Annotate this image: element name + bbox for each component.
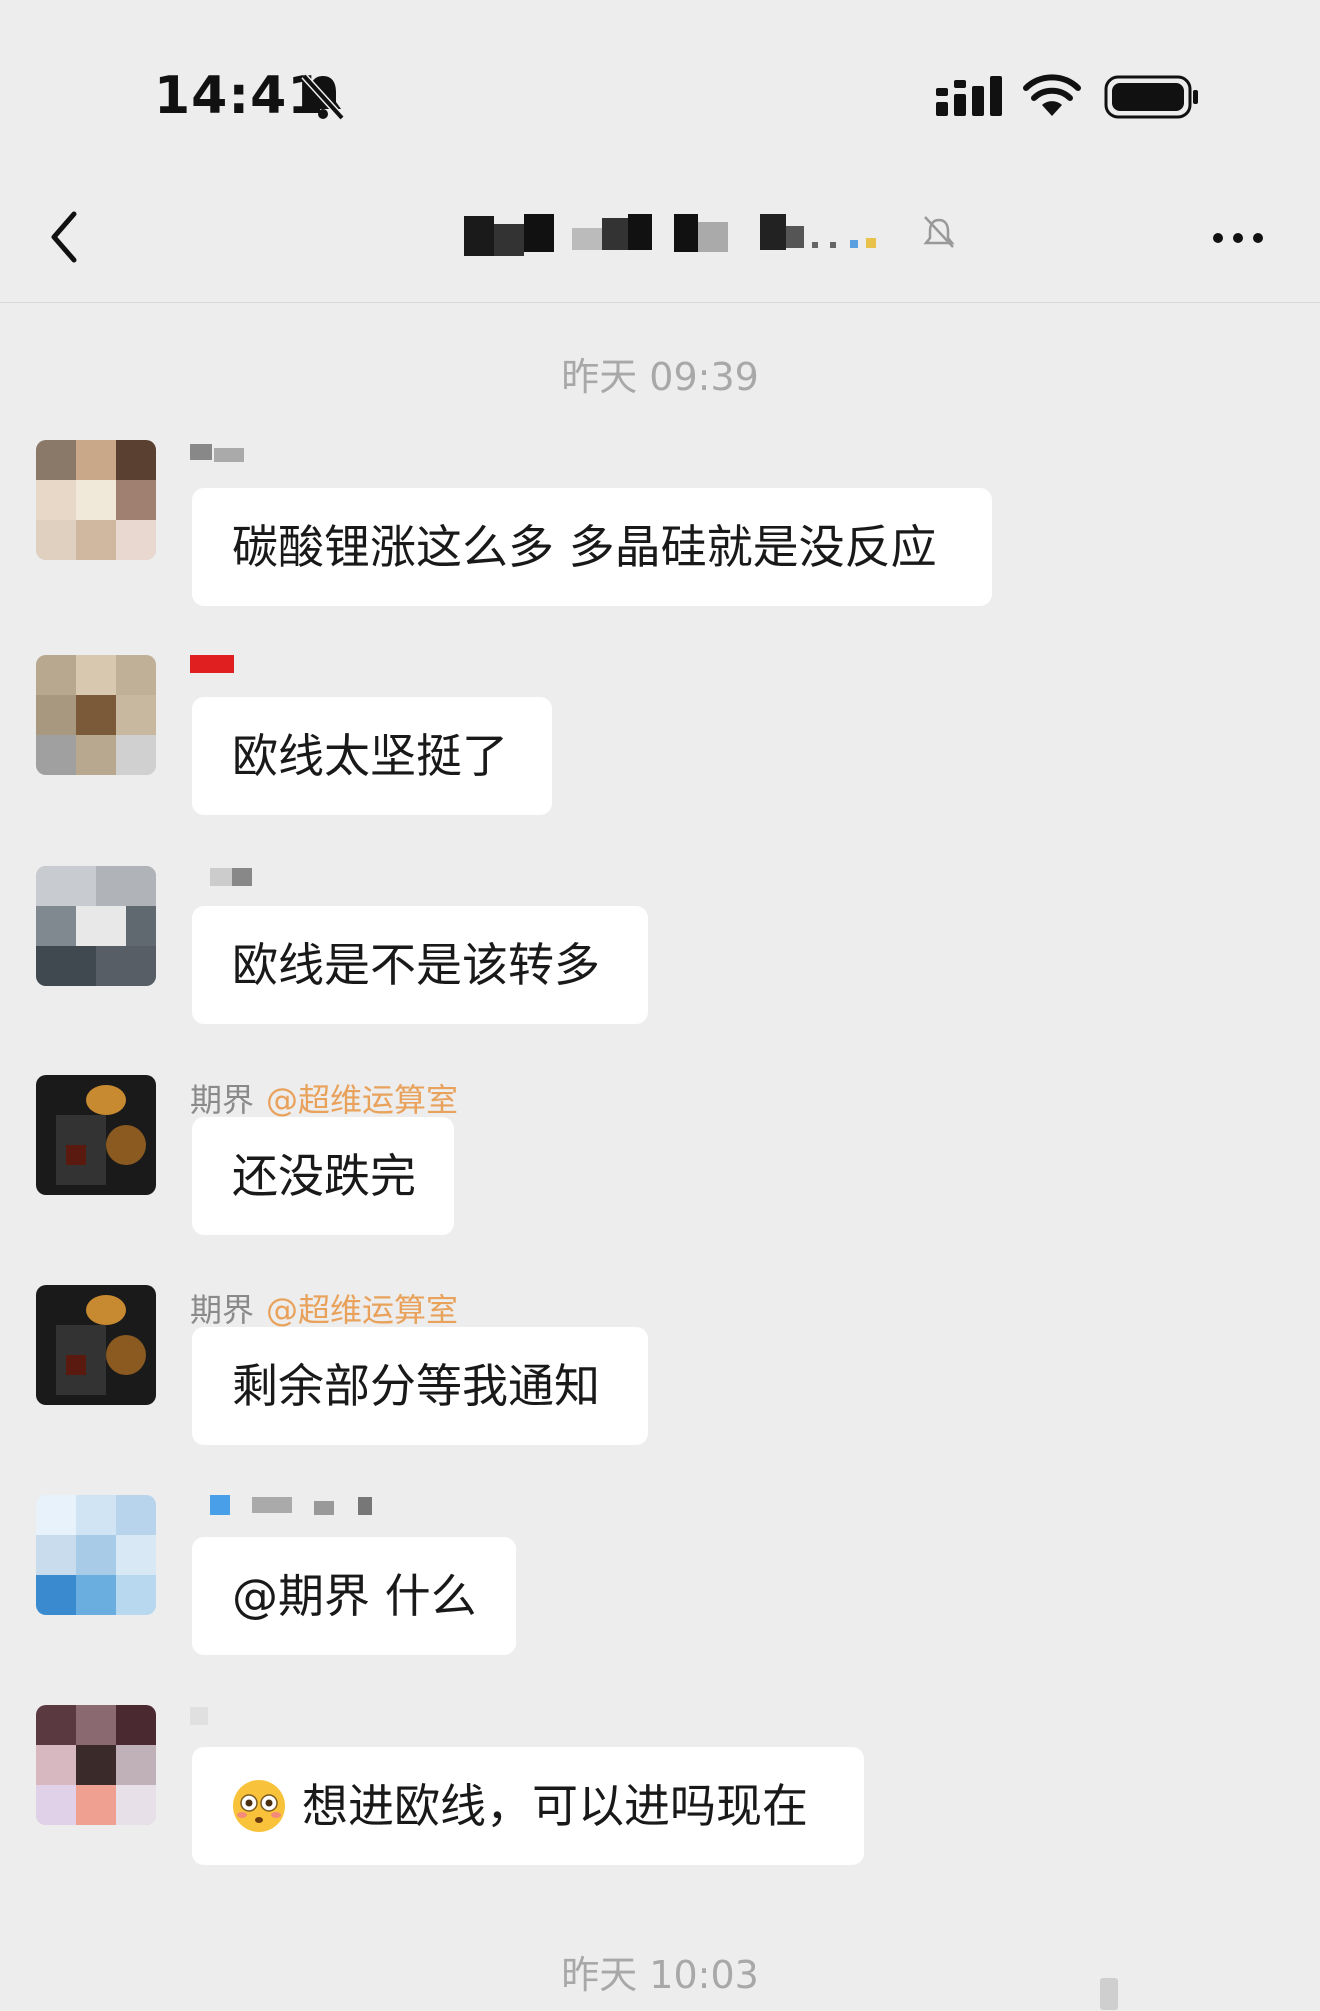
- message-bubble[interactable]: 碳酸锂涨这么多 多晶硅就是没反应: [192, 488, 992, 606]
- avatar[interactable]: [36, 440, 156, 560]
- status-time: 14:41: [154, 66, 325, 126]
- mention-tag[interactable]: @超维运算室: [266, 1291, 458, 1329]
- mention-tag[interactable]: @超维运算室: [266, 1081, 458, 1119]
- muted-icon: [923, 216, 955, 248]
- chat-timestamp: 昨天 10:03: [561, 1953, 759, 1997]
- avatar[interactable]: [36, 655, 156, 775]
- message-bubble[interactable]: 欧线是不是该转多: [192, 906, 648, 1024]
- avatar[interactable]: [36, 1075, 156, 1195]
- avatar[interactable]: [36, 1705, 156, 1825]
- scroll-indicator[interactable]: [1100, 1978, 1118, 2010]
- signal-icon: [936, 76, 1002, 116]
- chevron-left-icon[interactable]: [40, 202, 90, 272]
- chat-timestamp: 昨天 09:39: [561, 355, 759, 399]
- sender-name: 期界 @超维运算室: [190, 1075, 458, 1121]
- bell-slash-icon: [301, 73, 345, 120]
- wifi-icon: [1023, 74, 1081, 116]
- message-bubble[interactable]: @期界 什么: [192, 1537, 516, 1655]
- ellipsis-icon[interactable]: [1210, 230, 1266, 246]
- sender-name: 期界 @超维运算室: [190, 1285, 458, 1331]
- status-bar: 14:41: [0, 0, 1320, 170]
- message-bubble[interactable]: 剩余部分等我通知: [192, 1327, 648, 1445]
- chat-header: [0, 170, 1320, 303]
- chat-title-redacted[interactable]: [460, 208, 920, 264]
- avatar[interactable]: [36, 1285, 156, 1405]
- message-bubble[interactable]: 欧线太坚挺了: [192, 697, 552, 815]
- message-bubble[interactable]: 想进欧线，可以进吗现在: [192, 1747, 864, 1865]
- sender-label: 期界: [190, 1291, 255, 1329]
- sender-label: 期界: [190, 1081, 255, 1119]
- message-bubble[interactable]: 还没跌完: [192, 1117, 454, 1235]
- message-text: 想进欧线，可以进吗现在: [302, 1779, 808, 1833]
- flushed-face-emoji-icon: [233, 1779, 285, 1832]
- battery-icon: [1104, 75, 1198, 119]
- avatar[interactable]: [36, 866, 156, 986]
- avatar[interactable]: [36, 1495, 156, 1615]
